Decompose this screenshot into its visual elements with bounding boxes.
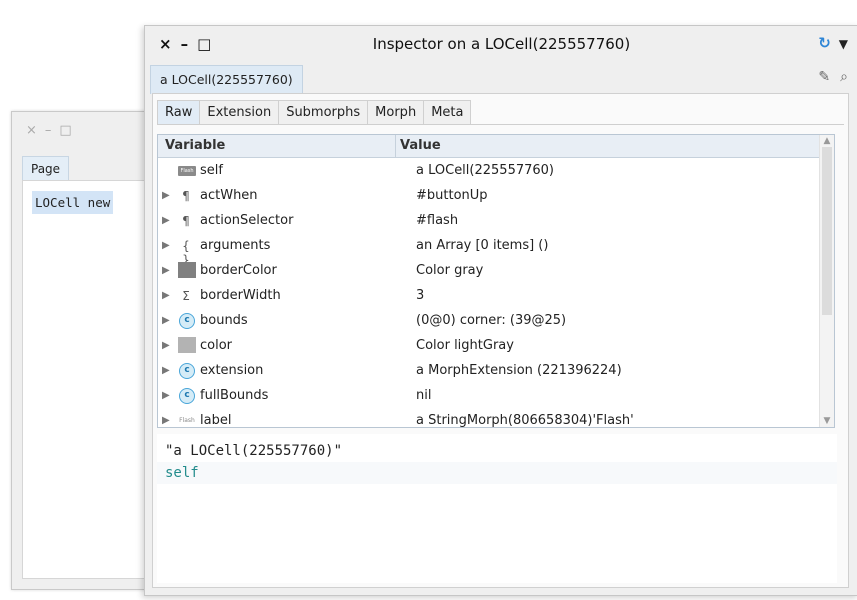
page-tools: ✎ ⌕ xyxy=(808,69,848,85)
playground-tabs: Page xyxy=(22,156,70,181)
table-header: Variable Value xyxy=(158,135,820,158)
column-divider[interactable] xyxy=(395,135,396,157)
minimize-icon[interactable]: – xyxy=(45,123,52,138)
expand-arrow-icon[interactable]: ▶ xyxy=(162,358,174,383)
variable-name: borderColor xyxy=(200,263,277,278)
chevron-down-icon[interactable]: ▼ xyxy=(839,37,848,51)
tab-meta[interactable]: Meta xyxy=(423,100,472,124)
inspector-titlebar[interactable]: × – □ Inspector on a LOCell(225557760) ↻ ▼ xyxy=(145,26,857,64)
table-row[interactable]: Flash self a LOCell(225557760) xyxy=(158,158,820,183)
inspector-window: × – □ Inspector on a LOCell(225557760) ↻ ▼ … xyxy=(144,25,857,596)
variable-value: a StringMorph(806658304)'Flash' xyxy=(416,413,634,428)
title-actions: ↻ ▼ xyxy=(818,34,848,52)
playground-window: × – □ Page LOCell new xyxy=(11,111,163,590)
variable-name: actionSelector xyxy=(200,213,294,228)
class-icon: c xyxy=(179,388,195,404)
tab-submorphs[interactable]: Submorphs xyxy=(278,100,369,124)
variable-name: label xyxy=(200,413,232,428)
table-row[interactable]: ▶ ΣborderWidth 3 xyxy=(158,283,820,308)
variable-value: an Array [0 items] () xyxy=(416,238,549,253)
scroll-down-icon[interactable]: ▼ xyxy=(820,415,834,427)
table-rows: Flash self a LOCell(225557760) ▶ ¶ actWhen #bu… xyxy=(158,158,820,458)
flash-small-icon: Flash xyxy=(179,417,195,424)
variable-name: borderWidth xyxy=(200,288,281,303)
code-comment[interactable]: "a LOCell(225557760)" xyxy=(157,440,837,462)
tab-morph[interactable]: Morph xyxy=(367,100,425,124)
tab-raw[interactable]: Raw xyxy=(157,100,201,124)
scroll-up-icon[interactable]: ▲ xyxy=(820,135,834,147)
maximize-icon[interactable]: □ xyxy=(59,123,71,138)
table-row[interactable]: ▶ borderColor Color gray xyxy=(158,258,820,283)
class-icon: c xyxy=(179,313,195,329)
expand-arrow-icon[interactable]: ▶ xyxy=(162,283,174,308)
code-pane[interactable]: "a LOCell(225557760)" self xyxy=(157,434,837,583)
code-expression[interactable]: self xyxy=(157,462,837,484)
variable-value: Color lightGray xyxy=(416,338,514,353)
tab-page[interactable]: Page xyxy=(22,156,70,181)
flash-icon: Flash xyxy=(178,166,196,176)
table-row[interactable]: ▶ { } arguments an Array [0 items] () xyxy=(158,233,820,267)
pilcrow-icon: ¶ xyxy=(182,189,190,203)
pencil-icon[interactable]: ✎ xyxy=(818,69,830,85)
table-row[interactable]: ▶ c fullBounds nil xyxy=(158,383,820,408)
selected-code[interactable]: LOCell new xyxy=(32,191,114,214)
variable-value: (0@0) corner: (39@25) xyxy=(416,313,567,328)
table-row[interactable]: ▶ c extension a MorphExtension (221396224) xyxy=(158,358,820,383)
sigma-icon: Σ xyxy=(182,289,190,303)
table-row[interactable]: ▶ ¶ actionSelector #flash xyxy=(158,208,820,233)
variable-value: a LOCell(225557760) xyxy=(416,163,554,178)
playground-titlebar: × – □ xyxy=(12,112,162,146)
class-icon: c xyxy=(179,363,195,379)
table-row[interactable]: ▶ ¶ actWhen #buttonUp xyxy=(158,183,820,208)
variable-name: extension xyxy=(200,363,264,378)
variable-name: fullBounds xyxy=(200,388,269,403)
expand-arrow-icon[interactable]: ▶ xyxy=(162,383,174,408)
magnifier-icon[interactable]: ⌕ xyxy=(840,69,848,85)
table-row[interactable]: ▶ c bounds (0@0) corner: (39@25) xyxy=(158,308,820,333)
inspector-tabs: Raw Extension Submorphs Morph Meta xyxy=(157,100,844,125)
variable-name: actWhen xyxy=(200,188,258,203)
window-title: Inspector on a LOCell(225557760) xyxy=(372,35,631,53)
scroll-thumb[interactable] xyxy=(822,147,832,315)
column-header-value[interactable]: Value xyxy=(400,135,441,157)
variable-value: nil xyxy=(416,388,432,403)
variables-table: Variable Value Flash self a LOCell(2255577… xyxy=(157,134,835,454)
color-swatch-dark-icon xyxy=(178,262,196,278)
color-swatch-light-icon xyxy=(178,337,196,353)
variable-value: #buttonUp xyxy=(416,188,488,203)
playground-editor[interactable]: LOCell new xyxy=(22,180,163,579)
vertical-scrollbar[interactable]: ▲ ▼ xyxy=(819,135,834,427)
variable-name: self xyxy=(200,163,223,178)
page-tab-object[interactable]: a LOCell(225557760) xyxy=(150,65,303,94)
pilcrow-icon: ¶ xyxy=(182,214,190,228)
variable-value: Color gray xyxy=(416,263,484,278)
expand-arrow-icon[interactable]: ▶ xyxy=(162,183,174,208)
expand-arrow-icon[interactable]: ▶ xyxy=(162,408,174,433)
window-controls: × – □ xyxy=(26,123,80,138)
inspector-panel: Raw Extension Submorphs Morph Meta Varia… xyxy=(152,93,849,588)
expand-arrow-icon[interactable]: ▶ xyxy=(162,308,174,333)
column-header-variable[interactable]: Variable xyxy=(165,135,225,157)
refresh-icon[interactable]: ↻ xyxy=(818,34,831,52)
tab-extension[interactable]: Extension xyxy=(199,100,280,124)
variable-name: arguments xyxy=(200,238,271,253)
table-row[interactable]: ▶ color Color lightGray xyxy=(158,333,820,358)
expand-arrow-icon[interactable]: ▶ xyxy=(162,208,174,233)
variable-name: bounds xyxy=(200,313,248,328)
variable-name: color xyxy=(200,338,233,353)
page-tabbar: a LOCell(225557760) ✎ ⌕ xyxy=(150,65,857,94)
variable-value: a MorphExtension (221396224) xyxy=(416,363,622,378)
close-icon[interactable]: × xyxy=(26,123,37,138)
expand-arrow-icon[interactable]: ▶ xyxy=(162,233,174,258)
variable-value: #flash xyxy=(416,213,459,228)
expand-arrow-icon[interactable]: ▶ xyxy=(162,258,174,283)
table-row[interactable]: ▶ Flash label a StringMorph(806658304)'Flas… xyxy=(158,408,820,433)
variable-value: 3 xyxy=(416,288,425,303)
expand-arrow-icon[interactable]: ▶ xyxy=(162,333,174,358)
braces-icon: { } xyxy=(182,239,190,267)
